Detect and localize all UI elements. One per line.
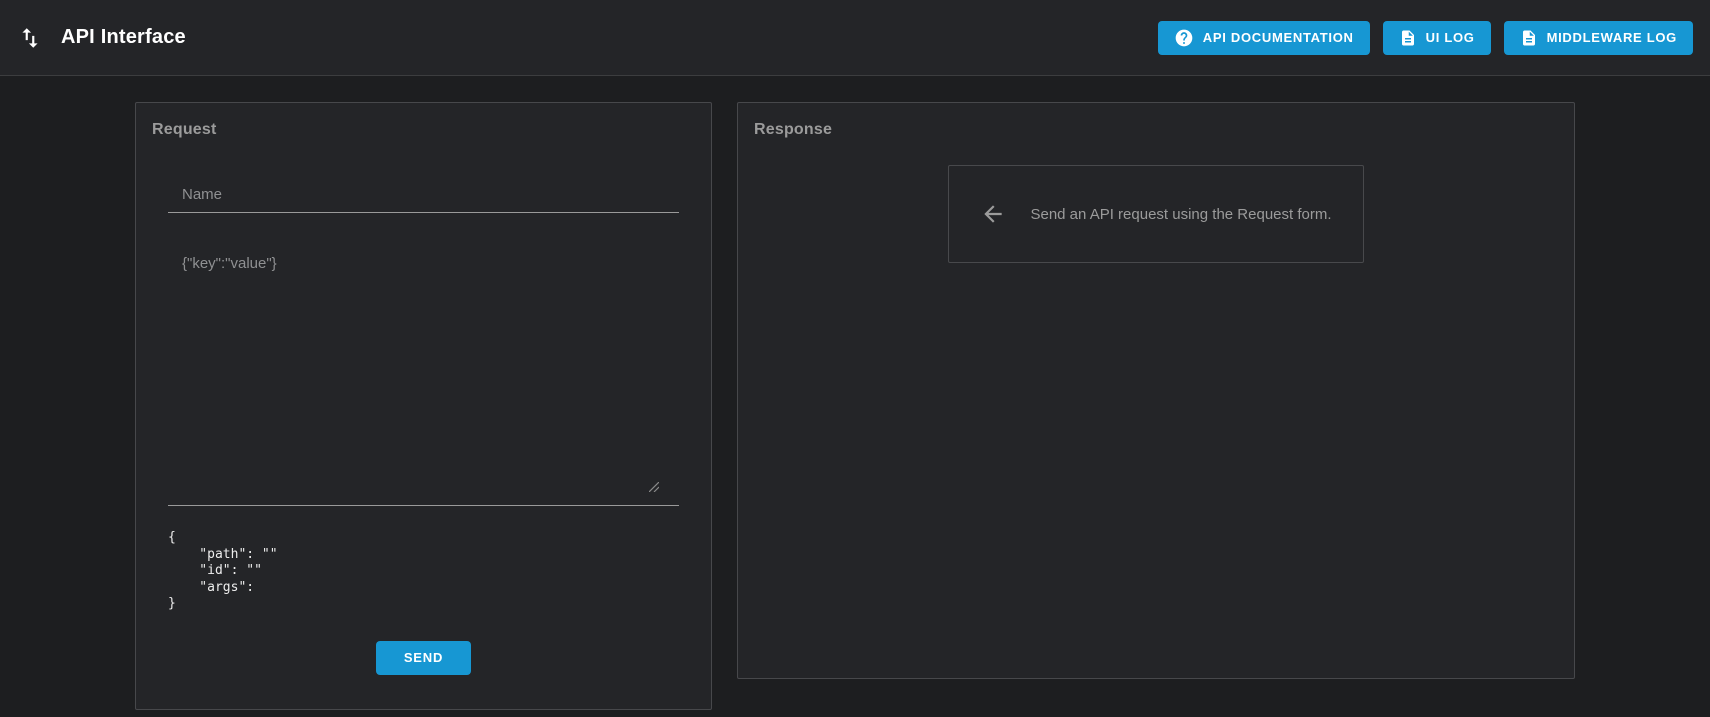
swap-vertical-arrows-icon: [17, 25, 43, 51]
request-panel: Request { "path": "" "id": "" "args": } …: [135, 102, 712, 710]
response-panel: Response Send an API request using the R…: [737, 102, 1575, 679]
header-actions: API DOCUMENTATION UI LOG MIDDLEWARE LOG: [1157, 20, 1693, 55]
help-circle-icon: [1174, 28, 1194, 48]
request-body-wrap: [168, 229, 679, 506]
ui-log-button[interactable]: UI LOG: [1382, 20, 1491, 55]
api-documentation-button[interactable]: API DOCUMENTATION: [1157, 20, 1370, 55]
ui-log-button-label: UI LOG: [1425, 30, 1475, 45]
api-documentation-button-label: API DOCUMENTATION: [1202, 30, 1354, 45]
file-document-icon: [1520, 29, 1538, 47]
name-input[interactable]: [168, 179, 679, 213]
textarea-resize-handle-icon[interactable]: [648, 479, 660, 493]
request-body-textarea[interactable]: [168, 229, 679, 506]
main-content: Request { "path": "" "id": "" "args": } …: [135, 102, 1575, 710]
page-title: API Interface: [61, 26, 186, 48]
response-panel-title: Response: [754, 121, 833, 138]
request-json-preview: { "path": "" "id": "" "args": }: [168, 530, 278, 612]
empty-state-message: Send an API request using the Request fo…: [1030, 205, 1332, 223]
arrow-left-icon: [980, 201, 1006, 227]
middleware-log-button[interactable]: MIDDLEWARE LOG: [1503, 20, 1693, 55]
request-form: { "path": "" "id": "" "args": } SEND: [136, 179, 711, 675]
request-panel-title: Request: [152, 121, 217, 138]
file-document-icon: [1399, 29, 1417, 47]
response-empty-state: Send an API request using the Request fo…: [948, 165, 1364, 263]
header-branding: API Interface: [17, 25, 186, 51]
send-button[interactable]: SEND: [376, 640, 471, 675]
app-header: API Interface API DOCUMENTATION UI LOG M…: [0, 0, 1710, 76]
middleware-log-button-label: MIDDLEWARE LOG: [1546, 30, 1677, 45]
